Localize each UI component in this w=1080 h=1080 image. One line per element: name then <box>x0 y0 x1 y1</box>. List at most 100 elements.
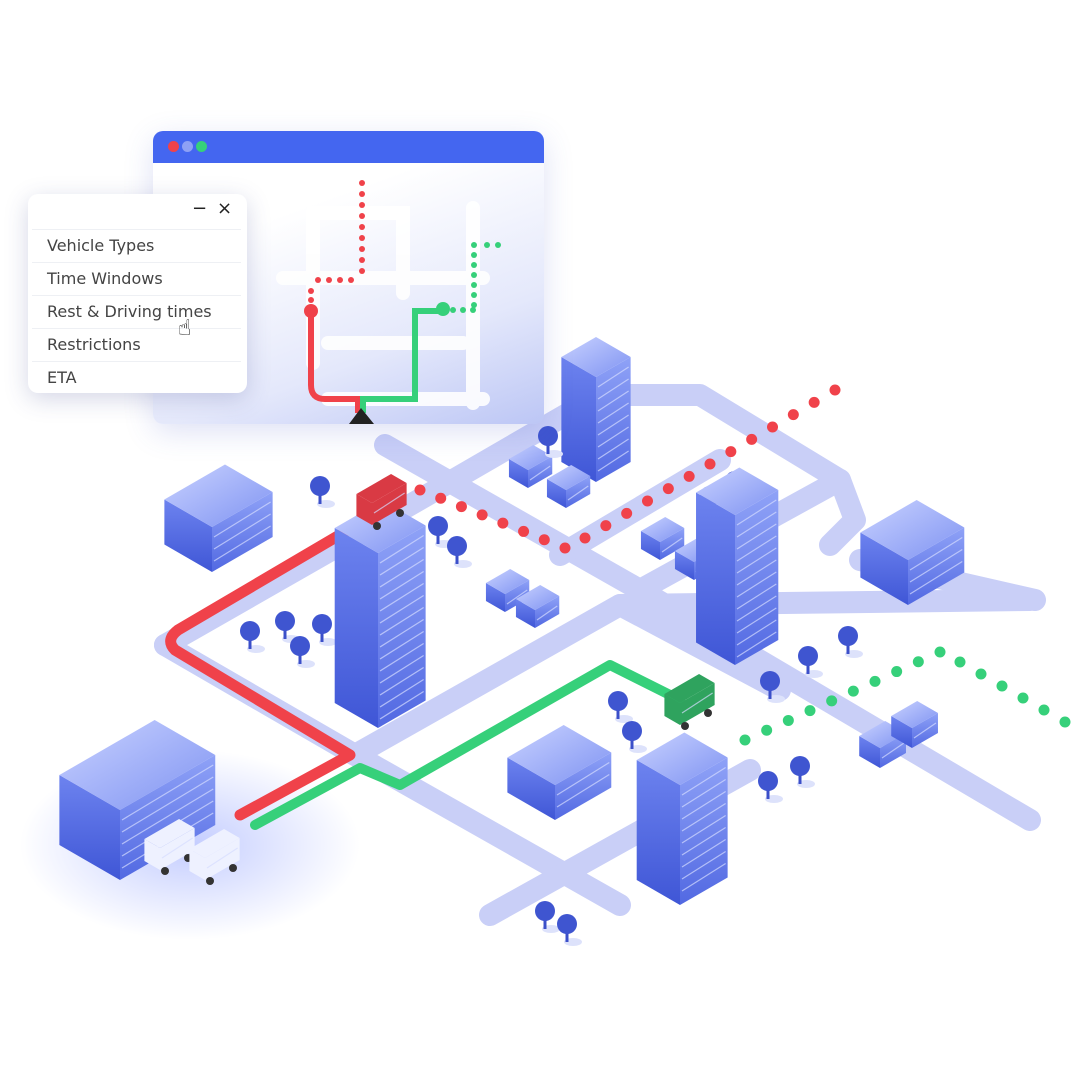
route-dot <box>912 656 924 668</box>
route-dot <box>954 656 966 668</box>
menu-item-vehicle-types[interactable]: Vehicle Types <box>32 229 241 262</box>
route-dot <box>975 668 987 680</box>
green-truck <box>664 674 715 730</box>
route-dot <box>359 202 365 208</box>
office-building-left <box>164 464 273 572</box>
route-dot <box>484 242 490 248</box>
tree-crown <box>838 626 858 646</box>
tree-crown <box>310 476 330 496</box>
route-dot <box>662 483 674 495</box>
route-dot <box>359 191 365 197</box>
route-dot <box>471 302 477 308</box>
wheel <box>161 867 169 875</box>
mid-building <box>507 725 612 820</box>
tree-crown <box>428 516 448 536</box>
building-right-face <box>596 357 631 482</box>
tree-crown <box>790 756 810 776</box>
route-dot <box>761 724 773 736</box>
tree-crown <box>290 636 310 656</box>
wheel <box>206 877 214 885</box>
window-maximize-dot[interactable] <box>196 141 207 152</box>
tree-crown <box>447 536 467 556</box>
building-left-face <box>696 492 735 665</box>
route-dot <box>642 495 653 507</box>
tower-north <box>561 337 631 482</box>
menu-item-eta[interactable]: ETA <box>32 361 241 394</box>
route-dot <box>435 492 447 504</box>
route-dot <box>471 262 477 268</box>
route-dot <box>476 509 488 521</box>
route-dot <box>538 534 550 546</box>
route-dot <box>600 520 612 532</box>
tree-crown <box>608 691 628 711</box>
hand-pointer-icon: ☝ <box>178 316 192 341</box>
route-dot <box>804 705 816 717</box>
route-dot <box>782 714 794 726</box>
tree <box>310 476 335 508</box>
round-tower <box>334 500 426 728</box>
route-dot <box>359 235 365 241</box>
tower-south <box>636 732 728 905</box>
route-dot <box>359 180 365 186</box>
building-left-face <box>561 357 596 482</box>
tree <box>240 621 265 653</box>
route-dot <box>460 307 466 313</box>
route-dot <box>497 517 509 529</box>
route-dot <box>725 446 737 458</box>
route-dot <box>1017 692 1029 704</box>
green-stop-marker <box>436 302 450 316</box>
route-dot <box>471 272 477 278</box>
route-dot <box>450 307 456 313</box>
route-dot <box>337 277 343 283</box>
route-dot <box>1038 704 1050 716</box>
menu-item-restrictions[interactable]: Restrictions <box>32 328 241 361</box>
tree <box>557 914 582 946</box>
route-dot <box>359 246 365 252</box>
wheel <box>229 864 237 872</box>
tree-crown <box>557 914 577 934</box>
route-dot <box>891 666 903 678</box>
route-dot <box>704 458 716 470</box>
menu-item-rest-driving-times[interactable]: Rest & Driving times <box>32 295 241 328</box>
route-dot <box>495 242 501 248</box>
tree <box>447 536 472 568</box>
close-button[interactable]: × <box>217 198 232 219</box>
route-dot <box>1059 716 1071 728</box>
window-minimize-dot[interactable] <box>182 141 193 152</box>
route-dot <box>414 484 426 496</box>
minimize-button[interactable]: − <box>192 198 207 219</box>
tall-tower <box>696 467 779 665</box>
tree <box>535 901 560 933</box>
tree-crown <box>535 901 555 921</box>
route-dot <box>455 501 467 513</box>
tree-crown <box>760 671 780 691</box>
tree <box>622 721 647 753</box>
route-dot <box>308 288 314 294</box>
route-dot <box>934 646 946 658</box>
building-left-face <box>334 528 378 728</box>
tree <box>608 691 633 723</box>
window-close-dot[interactable] <box>168 141 179 152</box>
depot-marker-icon <box>349 408 374 424</box>
route-dot <box>308 297 314 303</box>
route-dot <box>683 470 695 482</box>
route-dot <box>746 433 758 445</box>
tree <box>838 626 863 658</box>
route-dot <box>315 277 321 283</box>
tree-crown <box>312 614 332 634</box>
route-dot <box>579 532 591 544</box>
route-dot <box>996 680 1008 692</box>
tree-crown <box>538 426 558 446</box>
building-right-face <box>378 525 426 728</box>
tree <box>290 636 315 668</box>
route-dot <box>621 507 633 519</box>
route-dot <box>826 695 838 707</box>
tree-crown <box>758 771 778 791</box>
route-dot <box>348 277 354 283</box>
building-left-face <box>636 760 680 905</box>
route-dot <box>847 685 859 697</box>
tree <box>790 756 815 788</box>
menu-item-time-windows[interactable]: Time Windows <box>32 262 241 295</box>
wheel <box>373 522 381 530</box>
route-dot <box>359 268 365 274</box>
